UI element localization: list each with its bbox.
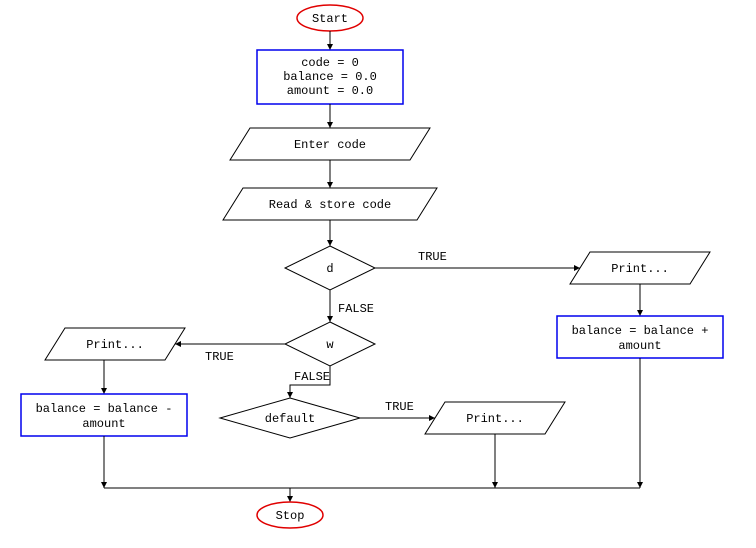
print-d-io: Print...: [570, 252, 710, 284]
balance-minus-line2: amount: [82, 417, 125, 431]
balance-plus-line1: balance = balance +: [572, 324, 709, 338]
label-default-true: TRUE: [385, 400, 414, 414]
print-w-label: Print...: [86, 338, 144, 352]
read-store-code-io: Read & store code: [223, 188, 437, 220]
decision-d-label: d: [326, 262, 333, 276]
print-d-label: Print...: [611, 262, 669, 276]
start-label: Start: [312, 12, 348, 26]
decision-w-label: w: [326, 338, 334, 352]
decision-default: default: [220, 398, 360, 438]
print-default-io: Print...: [425, 402, 565, 434]
label-w-false: FALSE: [294, 370, 330, 384]
label-d-false: FALSE: [338, 302, 374, 316]
print-default-label: Print...: [466, 412, 524, 426]
balance-plus-process: balance = balance + amount: [557, 316, 723, 358]
decision-d: d: [285, 246, 375, 290]
balance-plus-line2: amount: [618, 339, 661, 353]
stop-label: Stop: [276, 509, 305, 523]
read-store-code-label: Read & store code: [269, 198, 391, 212]
decision-w: w: [285, 322, 375, 366]
label-w-true: TRUE: [205, 350, 234, 364]
decision-default-label: default: [265, 412, 315, 426]
init-line3: amount = 0.0: [287, 84, 373, 98]
init-line2: balance = 0.0: [283, 70, 377, 84]
init-line1: code = 0: [301, 56, 359, 70]
enter-code-label: Enter code: [294, 138, 366, 152]
balance-minus-line1: balance = balance -: [36, 402, 173, 416]
start-terminator: Start: [297, 5, 363, 31]
balance-minus-process: balance = balance - amount: [21, 394, 187, 436]
label-d-true: TRUE: [418, 250, 447, 264]
init-process: code = 0 balance = 0.0 amount = 0.0: [257, 50, 403, 104]
print-w-io: Print...: [45, 328, 185, 360]
flowchart-canvas: Start code = 0 balance = 0.0 amount = 0.…: [0, 0, 756, 548]
stop-terminator: Stop: [257, 502, 323, 528]
enter-code-io: Enter code: [230, 128, 430, 160]
